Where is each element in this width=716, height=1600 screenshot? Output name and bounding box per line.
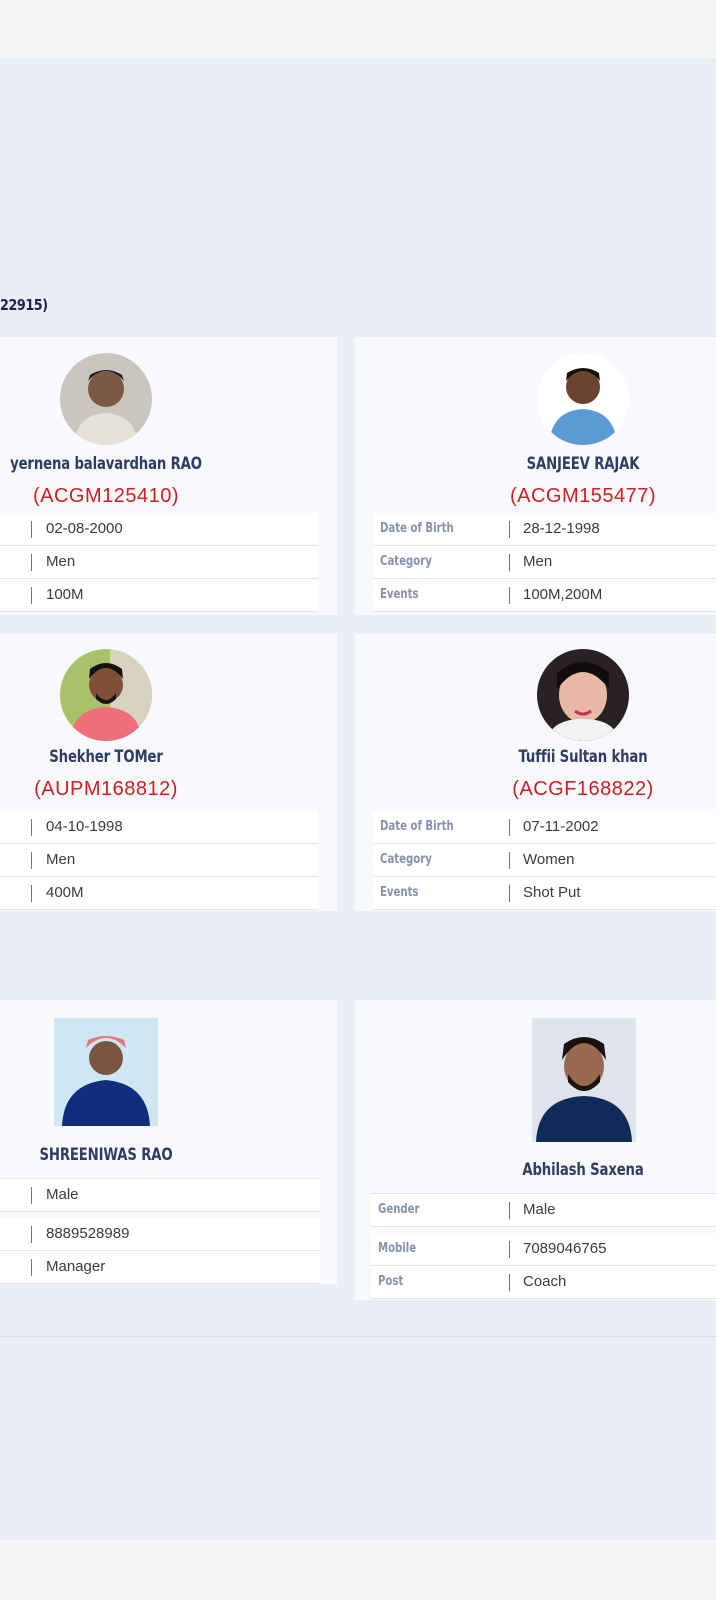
bottom-bar [0,1540,716,1600]
gender-value: Male [523,1201,556,1218]
category-label: Category [380,852,432,867]
athlete-name: SANJEEV RAJAK [526,454,640,474]
events-value: 400M [46,884,84,901]
events-label: Events [380,885,419,900]
separator [509,1202,510,1219]
events-label: Events [380,587,419,602]
category-row: Category Men [373,546,716,579]
gender-row: Gender Male [371,1193,716,1227]
athlete-code: (AUPM168812) [34,778,178,800]
official-card[interactable]: SHREENIWAS RAO Male 8889528989 Manager [0,1000,337,1284]
mobile-row: Mobile 7089046765 [371,1233,716,1266]
athlete-code: (ACGF168822) [512,778,654,800]
official-name: SHREENIWAS RAO [39,1145,173,1165]
athlete-avatar [60,353,152,445]
athlete-name: yernena balavardhan RAO [10,454,202,474]
separator [509,521,510,538]
category-value: Women [523,851,575,868]
gender-value: Male [46,1186,79,1203]
dob-value: 02-08-2000 [46,520,123,537]
separator [31,852,32,869]
athlete-avatar [537,353,629,445]
official-name: Abhilash Saxena [522,1160,644,1180]
mobile-value: 8889528989 [46,1225,130,1242]
athlete-card[interactable]: SANJEEV RAJAK (ACGM155477) Date of Birth… [355,337,716,615]
dob-label: Date of Birth [380,819,454,834]
dob-row: Date of Birth 28-12-1998 [373,513,716,546]
post-label: Post [378,1274,404,1289]
category-label: Category [380,554,432,569]
post-row: Post Coach [371,1266,716,1299]
separator [31,587,32,604]
separator [31,1187,32,1204]
post-row: Manager [0,1251,320,1284]
athlete-name: Tuffii Sultan khan [518,747,648,767]
events-row: 100M [0,579,318,612]
events-row: Events Shot Put [373,877,716,910]
separator [31,554,32,571]
separator [509,1274,510,1291]
events-value: 100M [46,586,84,603]
separator [31,521,32,538]
gender-label: Gender [378,1202,420,1217]
separator [31,885,32,902]
events-row: Events 100M,200M [373,579,716,612]
category-value: Men [46,851,76,868]
athlete-card[interactable]: Shekher TOMer (AUPM168812) 04-10-1998 Me… [0,634,337,911]
mobile-value: 7089046765 [523,1240,607,1257]
separator [509,819,510,836]
athlete-card[interactable]: Tuffii Sultan khan (ACGF168822) Date of … [355,634,716,911]
official-card[interactable]: Abhilash Saxena Gender Male Mobile 70890… [355,1000,716,1300]
category-row: Category Women [373,844,716,877]
mobile-row: 8889528989 [0,1218,320,1251]
top-bar [0,0,716,58]
dob-value: 04-10-1998 [46,818,123,835]
events-row: 400M [0,877,318,910]
separator [509,1241,510,1258]
official-photo [532,1018,636,1142]
separator [509,587,510,604]
separator [31,1259,32,1276]
dob-label: Date of Birth [380,521,454,536]
category-value: Men [46,553,76,570]
divider [0,1336,716,1337]
post-value: Coach [523,1273,567,1290]
events-value: 100M,200M [523,586,603,603]
team-heading: 22915) [0,296,48,314]
athlete-card[interactable]: yernena balavardhan RAO (ACGM125410) 02-… [0,337,337,615]
separator [509,885,510,902]
dob-row: 04-10-1998 [0,811,318,844]
athlete-code: (ACGM155477) [509,485,657,507]
separator [509,852,510,869]
post-value: Manager [46,1258,106,1275]
category-value: Men [523,553,553,570]
events-value: Shot Put [523,884,581,901]
dob-value: 07-11-2002 [523,818,599,835]
category-row: Men [0,844,318,877]
athlete-code: (ACGM125410) [32,485,180,507]
mobile-label: Mobile [378,1241,417,1256]
separator [31,819,32,836]
athlete-avatar [537,649,629,741]
category-row: Men [0,546,318,579]
gender-row: Male [0,1178,320,1212]
dob-row: Date of Birth 07-11-2002 [373,811,716,844]
official-photo [54,1018,158,1126]
athlete-avatar [60,649,152,741]
athlete-name: Shekher TOMer [49,747,163,767]
dob-value: 28-12-1998 [523,520,600,537]
separator [31,1226,32,1243]
dob-row: 02-08-2000 [0,513,318,546]
separator [509,554,510,571]
